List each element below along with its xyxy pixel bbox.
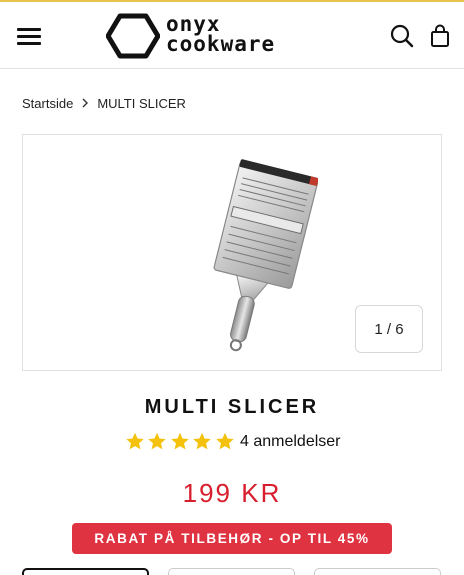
product-price: 199 KR <box>182 478 282 508</box>
star-rating <box>124 431 237 452</box>
product-title: MULTI SLICER <box>144 396 320 418</box>
variant-option[interactable] <box>168 568 295 575</box>
hamburger-icon-bar <box>17 35 41 38</box>
star-icon <box>170 432 189 450</box>
product-gallery[interactable]: 1 / 6 <box>22 134 442 371</box>
site-header: onyx cookware <box>0 2 464 69</box>
star-icon <box>215 432 234 450</box>
star-icon <box>148 432 166 450</box>
variant-option[interactable] <box>22 568 149 575</box>
breadcrumb-current: MULTI SLICER <box>97 95 186 111</box>
cart-button[interactable] <box>426 22 454 50</box>
breadcrumb-home-link[interactable]: Startside <box>22 96 73 111</box>
promo-banner: RABAT PÅ TILBEHØR - OP TIL 45% <box>72 523 392 554</box>
product-image-multi-slicer <box>213 159 318 352</box>
menu-button[interactable] <box>16 22 44 50</box>
brand-line-2: cookware <box>166 32 276 56</box>
brand-logo-link[interactable]: onyx cookware <box>106 12 346 60</box>
product-rating[interactable]: 4 anmeldelser <box>0 431 464 452</box>
hamburger-icon-bar <box>17 28 41 31</box>
search-icon <box>390 24 414 48</box>
chevron-right-icon <box>82 98 89 108</box>
reviews-count: 4 anmeldelser <box>240 432 341 450</box>
gallery-counter-button[interactable]: 1 / 6 <box>355 305 423 353</box>
breadcrumb: Startside MULTI SLICER <box>22 94 186 112</box>
hexagon-logo-icon <box>106 13 160 59</box>
hamburger-icon-bar <box>17 42 41 45</box>
promo-text: RABAT PÅ TILBEHØR - OP TIL <box>94 531 333 546</box>
variant-selector <box>22 568 442 575</box>
search-button[interactable] <box>388 22 416 50</box>
star-icon <box>193 432 211 450</box>
variant-option[interactable] <box>314 568 441 575</box>
shopping-bag-icon <box>431 24 449 47</box>
promo-percent: 45% <box>337 531 370 546</box>
brand-wordmark: onyx cookware <box>166 12 346 60</box>
star-icon <box>125 432 144 450</box>
